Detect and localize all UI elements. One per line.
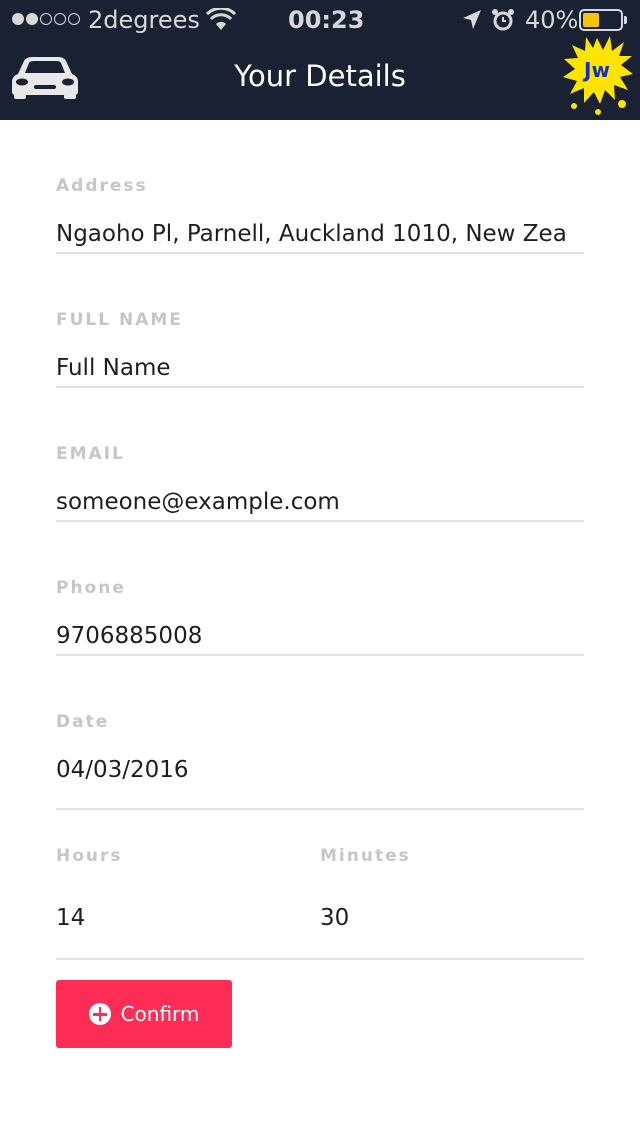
battery-percent: 40% xyxy=(525,6,579,34)
address-input[interactable]: Ngaoho Pl, Parnell, Auckland 1010, New Z… xyxy=(56,216,584,252)
hours-field[interactable]: Hours 14 xyxy=(56,810,320,958)
page-title: Your Details xyxy=(234,59,406,93)
minutes-field[interactable]: Minutes 30 xyxy=(320,810,584,958)
carrier-name: 2degrees xyxy=(88,6,200,34)
full-name-input[interactable]: Full Name xyxy=(56,350,584,386)
alarm-clock-icon xyxy=(491,8,515,38)
address-field[interactable]: Address Ngaoho Pl, Parnell, Auckland 101… xyxy=(56,120,584,254)
date-field[interactable]: Date 04/03/2016 xyxy=(56,676,584,810)
phone-field[interactable]: Phone 9706885008 xyxy=(56,522,584,656)
phone-input[interactable]: 9706885008 xyxy=(56,618,584,654)
status-time: 00:23 xyxy=(288,6,365,34)
plus-circle-icon xyxy=(88,1003,111,1025)
phone-label: Phone xyxy=(56,578,126,598)
full-name-label: FULL NAME xyxy=(56,310,183,330)
email-field[interactable]: EMAIL someone@example.com xyxy=(56,388,584,522)
hours-input[interactable]: 14 xyxy=(56,900,306,936)
hours-label: Hours xyxy=(56,846,123,866)
app-header: 2degrees 00:23 40% Your Details Jw xyxy=(0,0,640,120)
confirm-button[interactable]: Confirm xyxy=(56,980,232,1048)
confirm-button-label: Confirm xyxy=(120,1002,200,1026)
address-label: Address xyxy=(56,176,148,196)
email-input[interactable]: someone@example.com xyxy=(56,484,584,520)
signal-strength-icon xyxy=(12,13,80,25)
full-name-field[interactable]: FULL NAME Full Name xyxy=(56,254,584,388)
time-row: Hours 14 Minutes 30 xyxy=(56,810,584,960)
wifi-icon xyxy=(205,6,237,38)
battery-icon xyxy=(579,9,627,31)
email-label: EMAIL xyxy=(56,444,125,464)
date-input[interactable]: 04/03/2016 xyxy=(56,752,584,788)
minutes-label: Minutes xyxy=(320,846,411,866)
location-arrow-icon xyxy=(462,9,482,37)
status-bar: 2degrees 00:23 40% xyxy=(0,0,640,40)
jw-logo[interactable]: Jw xyxy=(560,32,634,116)
date-label: Date xyxy=(56,712,110,732)
logo-text: Jw xyxy=(582,58,610,82)
minutes-input[interactable]: 30 xyxy=(320,900,570,936)
